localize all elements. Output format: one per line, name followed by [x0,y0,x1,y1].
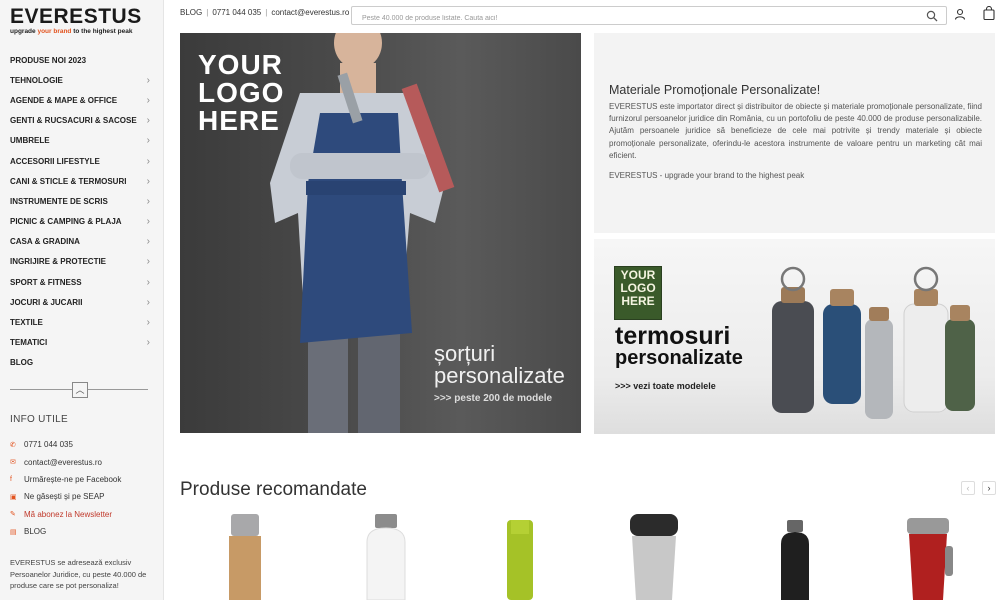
chevron-right-icon: › [146,155,150,167]
chevron-right-icon: › [146,256,150,268]
sidebar-item-accesorii[interactable]: ACCESORII LIFESTYLE › [0,151,164,171]
info-item-facebook[interactable]: f Urmărește-ne pe Facebook [10,471,160,488]
product-card-black-bottle[interactable] [765,512,825,600]
sidebar-item-ingrijire[interactable]: INGRIJIRE & PROTECTIE › [0,252,164,272]
sidebar-item-blog[interactable]: BLOG [0,353,164,373]
chevron-right-icon: › [146,337,150,349]
intro-panel: Materiale Promoționale Personalizate! EV… [594,33,995,233]
brand-tagline: upgrade your brand to the highest peak [10,28,133,35]
sidebar-item-tematici[interactable]: TEMATICI › [0,333,164,353]
sidebar-item-umbrele[interactable]: UMBRELE › [0,131,164,151]
collapse-menu-button[interactable]: ︿ [72,382,88,398]
banner-logo-placeholder: YOUR LOGO HERE [614,266,662,320]
sidebar-item-casa[interactable]: CASA & GRADINA › [0,232,164,252]
sidebar-item-produse-noi[interactable]: PRODUSE NOI 2023 [0,50,164,70]
top-link-phone[interactable]: 0771 044 035 [212,8,261,17]
shopping-bag-icon[interactable] [983,6,995,20]
chevron-right-icon: › [146,216,150,228]
chevron-up-icon: ︿ [75,385,85,395]
banner-title-line2: personalizate [615,347,743,369]
brand-logo[interactable]: EVERESTUS upgrade your brand to the high… [10,5,150,35]
info-item-email[interactable]: ✉ contact@everestus.ro [10,453,160,470]
product-card-red-tumbler[interactable] [895,512,965,600]
search-bar [351,6,947,27]
chevron-right-icon: › [146,74,150,86]
sidebar-item-sport[interactable]: SPORT & FITNESS › [0,272,164,292]
intro-tagline: EVERESTUS - upgrade your brand to the hi… [609,171,805,180]
sidebar-item-jocuri[interactable]: JOCURI & JUCARII › [0,292,164,312]
product-carousel [180,512,995,600]
chevron-right-icon: › [146,94,150,106]
sidebar: EVERESTUS upgrade your brand to the high… [0,0,164,600]
chevron-right-icon: › [146,195,150,207]
thermos-bottles-image [772,266,975,419]
search-input[interactable] [352,10,912,27]
search-icon[interactable] [926,10,938,22]
intro-description: EVERESTUS este importator direct și dist… [609,102,982,160]
section-title: Produse recomandate [180,479,367,500]
user-icon[interactable] [954,8,966,20]
banner-subtitle: >>> peste 200 de modele [434,393,553,404]
chevron-right-icon: › [146,317,150,329]
brand-name: EVERESTUS [10,5,142,28]
banner-sorturi[interactable]: YOUR LOGO HERE șorțuri personalizate >>>… [180,33,581,433]
sidebar-item-tehnologie[interactable]: TEHNOLOGIE › [0,70,164,90]
info-title: INFO UTILE [10,414,69,425]
sidebar-item-agende[interactable]: AGENDE & MAPE & OFFICE › [0,90,164,110]
blog-icon: ▤ [10,528,17,536]
info-item-seap[interactable]: ▣ Ne găsești și pe SEAP [10,488,160,505]
info-item-newsletter[interactable]: ✎ Mă abonez la Newsletter [10,506,160,523]
chevron-right-icon: › [146,236,150,248]
top-links: BLOG | 0771 044 035 | contact@everestus.ro [180,8,350,17]
newsletter-icon: ✎ [10,511,16,519]
sidebar-item-genti[interactable]: GENTI & RUCSACURI & SACOSE › [0,111,164,131]
seap-icon: ▣ [10,493,17,501]
sidebar-item-picnic[interactable]: PICNIC & CAMPING & PLAJA › [0,212,164,232]
banner-termosuri[interactable]: YOUR LOGO HERE termosuri personalizate >… [594,239,995,434]
carousel-prev-button[interactable]: ‹ [961,481,975,495]
facebook-icon: f [10,475,12,483]
info-list: ✆ 0771 044 035 ✉ contact@everestus.ro f Urm… [10,436,160,540]
product-card-white-bottle[interactable] [355,512,415,600]
sidebar-item-cani[interactable]: CANI & STICLE & TERMOSURI › [0,171,164,191]
chevron-right-icon: › [146,296,150,308]
chevron-right-icon: › [146,175,150,187]
banner-title: șorțuri personalizate [434,341,565,388]
category-menu: PRODUSE NOI 2023 TEHNOLOGIE › AGENDE & MA… [0,50,164,373]
product-card-travel-mug[interactable] [620,512,690,600]
phone-icon: ✆ [10,441,16,449]
carousel-next-button[interactable]: › [982,481,996,495]
chevron-right-icon: › [146,115,150,127]
sidebar-divider: ︿ [10,381,148,399]
info-description: EVERESTUS se adresează exclusiv Persoane… [10,558,147,590]
mail-icon: ✉ [10,459,16,467]
banner-subtitle: >>> vezi toate modelele [615,381,716,391]
chevron-right-icon: › [146,276,150,288]
top-link-blog[interactable]: BLOG [180,8,202,17]
info-item-blog[interactable]: ▤ BLOG [10,523,160,540]
sidebar-item-instrumente[interactable]: INSTRUMENTE DE SCRIS › [0,191,164,211]
sidebar-item-textile[interactable]: TEXTILE › [0,312,164,332]
product-card-bamboo-bottle[interactable] [215,512,275,600]
product-card-green-thermos[interactable] [490,512,550,600]
banner-title: termosuri [615,322,731,350]
intro-title: Materiale Promoționale Personalizate! [609,83,821,97]
top-link-email[interactable]: contact@everestus.ro [271,8,349,17]
info-item-phone[interactable]: ✆ 0771 044 035 [10,436,160,453]
chevron-right-icon: › [146,135,150,147]
banner-logo-placeholder: YOUR LOGO HERE [198,49,285,136]
